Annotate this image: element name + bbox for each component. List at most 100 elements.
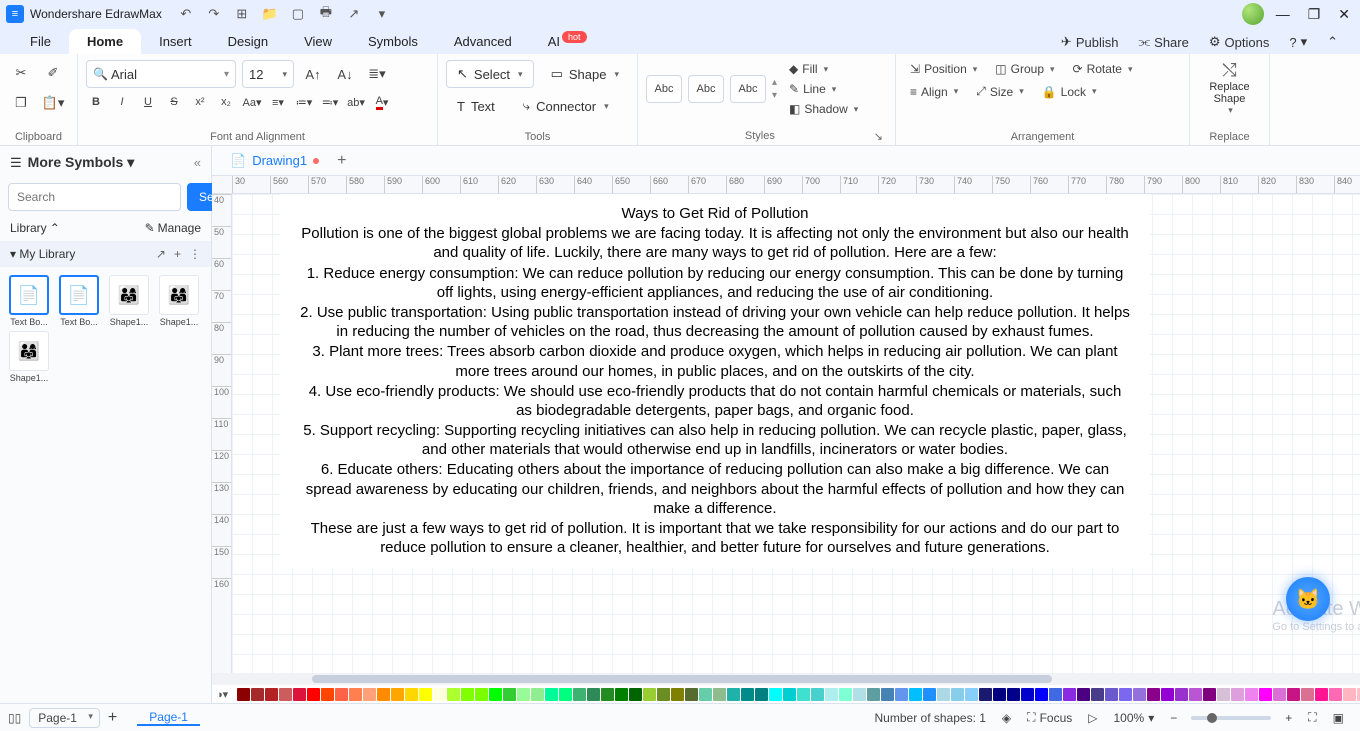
color-swatch[interactable]: [1245, 688, 1258, 701]
fill-button[interactable]: ◆Fill▾: [783, 60, 864, 78]
fit-page-icon[interactable]: ⛶: [1300, 710, 1324, 725]
line-button[interactable]: ✎Line▾: [783, 80, 864, 98]
color-swatch[interactable]: [419, 688, 432, 701]
add-tab-button[interactable]: +: [329, 148, 354, 174]
color-swatch[interactable]: [783, 688, 796, 701]
color-swatch[interactable]: [377, 688, 390, 701]
color-swatch[interactable]: [573, 688, 586, 701]
color-swatch[interactable]: [993, 688, 1006, 701]
user-avatar[interactable]: [1242, 3, 1264, 25]
page-selector[interactable]: Page-1: [29, 708, 100, 728]
menu-view[interactable]: View: [286, 29, 350, 54]
eyedropper-icon[interactable]: ◑▾: [216, 688, 232, 701]
color-swatch[interactable]: [363, 688, 376, 701]
color-swatch[interactable]: [923, 688, 936, 701]
maximize-button[interactable]: ❐: [1308, 6, 1321, 23]
qat-more-icon[interactable]: ▾: [374, 6, 390, 22]
zoom-in-button[interactable]: +: [1277, 711, 1300, 725]
menu-symbols[interactable]: Symbols: [350, 29, 436, 54]
more-symbols-button[interactable]: More Symbols ▾: [28, 154, 135, 171]
new-icon[interactable]: ⊞: [234, 6, 250, 22]
content-paragraph[interactable]: 6. Educate others: Educating others abou…: [300, 460, 1130, 518]
line-spacing-icon[interactable]: ≡▾: [268, 92, 288, 112]
color-swatch[interactable]: [853, 688, 866, 701]
color-swatch[interactable]: [1231, 688, 1244, 701]
color-swatch[interactable]: [1259, 688, 1272, 701]
text-tool[interactable]: TText: [446, 92, 506, 120]
color-swatch[interactable]: [699, 688, 712, 701]
color-swatch[interactable]: [1189, 688, 1202, 701]
replace-shape-button[interactable]: ⤭ Replace Shape ▾: [1198, 60, 1261, 116]
content-paragraph[interactable]: These are just a few ways to get rid of …: [300, 519, 1130, 557]
styles-dialog-icon[interactable]: ↘: [874, 130, 883, 143]
select-tool[interactable]: ↖Select▾: [446, 60, 534, 88]
color-swatch[interactable]: [839, 688, 852, 701]
redo-icon[interactable]: ↷: [206, 6, 222, 22]
page-content[interactable]: Ways to Get Rid of PollutionPollution is…: [280, 194, 1150, 568]
lib-item-textbox-1[interactable]: 📄Text Bo...: [6, 275, 52, 327]
color-swatch[interactable]: [293, 688, 306, 701]
color-swatch[interactable]: [1273, 688, 1286, 701]
minimize-button[interactable]: —: [1276, 6, 1290, 23]
color-swatch[interactable]: [685, 688, 698, 701]
menu-design[interactable]: Design: [210, 29, 286, 54]
horizontal-scrollbar[interactable]: [212, 673, 1360, 685]
menu-ai[interactable]: AIhot: [530, 29, 605, 54]
numbered-list-icon[interactable]: ≕▾: [320, 92, 340, 112]
color-swatch[interactable]: [727, 688, 740, 701]
size-button[interactable]: ⤢Size▾: [970, 82, 1029, 101]
doc-tab-drawing1[interactable]: 📄 Drawing1: [220, 149, 329, 173]
lib-item-shape-3[interactable]: 👨‍👩‍👧Shape1...: [6, 331, 52, 383]
color-swatch[interactable]: [1091, 688, 1104, 701]
font-family-select[interactable]: 🔍Arial▾: [86, 60, 236, 88]
color-swatch[interactable]: [797, 688, 810, 701]
color-swatch[interactable]: [405, 688, 418, 701]
options-button[interactable]: ⚙Options: [1199, 30, 1279, 54]
focus-mode-button[interactable]: ⛶Focus: [1019, 710, 1080, 725]
add-page-button[interactable]: +: [108, 709, 117, 727]
content-paragraph[interactable]: 4. Use eco-friendly products: We should …: [300, 382, 1130, 420]
color-swatch[interactable]: [251, 688, 264, 701]
color-swatch[interactable]: [517, 688, 530, 701]
export-icon[interactable]: ↗: [346, 6, 362, 22]
color-swatch[interactable]: [643, 688, 656, 701]
color-swatch[interactable]: [657, 688, 670, 701]
decrease-font-icon[interactable]: A↓: [332, 61, 358, 87]
style-swatch-1[interactable]: Abc: [646, 75, 682, 103]
color-swatch[interactable]: [895, 688, 908, 701]
color-swatch[interactable]: [713, 688, 726, 701]
color-swatch[interactable]: [265, 688, 278, 701]
rotate-button[interactable]: ⟳Rotate▾: [1067, 60, 1139, 78]
color-swatch[interactable]: [279, 688, 292, 701]
color-swatch[interactable]: [1315, 688, 1328, 701]
paste-icon[interactable]: 📋▾: [40, 90, 66, 116]
menu-home[interactable]: Home: [69, 29, 141, 54]
color-swatch[interactable]: [307, 688, 320, 701]
print-icon[interactable]: 🖶: [318, 6, 334, 22]
content-paragraph[interactable]: 5. Support recycling: Supporting recycli…: [300, 421, 1130, 459]
color-swatch[interactable]: [1077, 688, 1090, 701]
pages-panel-icon[interactable]: ▯▯: [8, 711, 21, 725]
color-swatch[interactable]: [1035, 688, 1048, 701]
position-button[interactable]: ⇲Position▾: [904, 60, 983, 78]
open-icon[interactable]: 📁: [262, 6, 278, 22]
styles-down-icon[interactable]: ▾: [772, 90, 777, 101]
align-button[interactable]: ≡Align▾: [904, 83, 964, 101]
color-swatch[interactable]: [349, 688, 362, 701]
collapse-panel-icon[interactable]: «: [194, 155, 201, 170]
color-swatch[interactable]: [489, 688, 502, 701]
symbol-search-input[interactable]: [8, 183, 181, 211]
font-size-select[interactable]: 12▾: [242, 60, 294, 88]
color-swatch[interactable]: [587, 688, 600, 701]
fullscreen-icon[interactable]: ▣: [1325, 711, 1352, 725]
color-swatch[interactable]: [601, 688, 614, 701]
zoom-slider[interactable]: [1191, 716, 1271, 720]
content-paragraph[interactable]: 2. Use public transportation: Using publ…: [300, 303, 1130, 341]
lock-button[interactable]: 🔒Lock▾: [1036, 83, 1103, 101]
style-swatch-2[interactable]: Abc: [688, 75, 724, 103]
color-swatch[interactable]: [545, 688, 558, 701]
color-swatch[interactable]: [741, 688, 754, 701]
publish-button[interactable]: ✈Publish: [1051, 30, 1129, 54]
mylib-export-icon[interactable]: ↗: [156, 247, 166, 261]
color-swatch[interactable]: [1217, 688, 1230, 701]
